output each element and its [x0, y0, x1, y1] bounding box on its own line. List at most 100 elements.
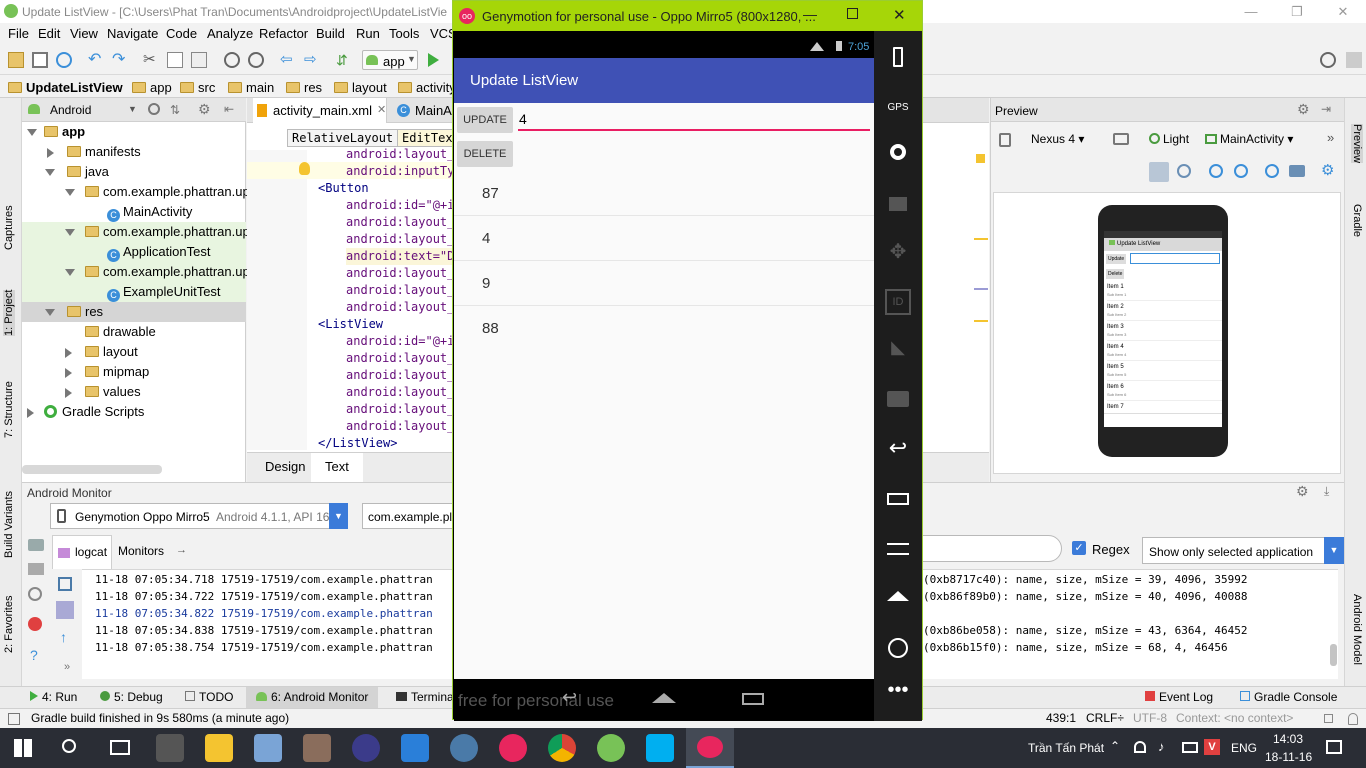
- app-icon[interactable]: [401, 734, 429, 762]
- theme-selector[interactable]: Light: [1149, 132, 1189, 146]
- overflow-icon[interactable]: »: [1327, 130, 1334, 145]
- breadcrumb-layout[interactable]: layout: [334, 80, 387, 95]
- recent-apps-icon[interactable]: [885, 487, 911, 513]
- orientation-icon[interactable]: [1113, 133, 1129, 145]
- menu-view[interactable]: View: [70, 26, 98, 41]
- save-icon[interactable]: [32, 52, 48, 68]
- zoom-in-icon[interactable]: [1209, 164, 1223, 178]
- search-everywhere-icon[interactable]: [1320, 52, 1336, 68]
- menu-run[interactable]: Run: [356, 26, 380, 41]
- tab-event-log[interactable]: Event Log: [1145, 690, 1213, 704]
- tab-android-model[interactable]: Android Model: [1351, 594, 1363, 665]
- breadcrumb-res[interactable]: res: [286, 80, 322, 95]
- run-icon[interactable]: [428, 53, 439, 67]
- tab-favorites[interactable]: 2: Favorites: [3, 596, 15, 653]
- menu-build[interactable]: Build: [316, 26, 345, 41]
- tree-node-mainactivity[interactable]: C MainActivity: [22, 202, 246, 222]
- error-stripe-marker[interactable]: [974, 288, 988, 290]
- tab-logcat[interactable]: logcat: [52, 535, 112, 569]
- zoom-fit-icon[interactable]: [1149, 162, 1169, 182]
- make-project-icon[interactable]: ⇵: [336, 52, 352, 68]
- sms-widget-icon[interactable]: [885, 387, 911, 413]
- breadcrumb-src[interactable]: src: [180, 80, 215, 95]
- tab-captures[interactable]: Captures: [3, 205, 15, 250]
- hide-icon[interactable]: ⇤: [224, 102, 234, 116]
- close-button[interactable]: ✕: [1320, 0, 1366, 23]
- project-view-selector[interactable]: Android: [50, 103, 91, 117]
- tab-android-monitor[interactable]: 6: Android Monitor: [246, 687, 379, 708]
- clock-time[interactable]: 14:03: [1273, 732, 1303, 746]
- menu-code[interactable]: Code: [166, 26, 197, 41]
- tab-preview[interactable]: Preview: [1351, 124, 1363, 164]
- more-icon[interactable]: •••: [885, 680, 911, 709]
- tab-gradle[interactable]: Gradle: [1351, 204, 1363, 237]
- project-horizontal-scrollbar[interactable]: [22, 465, 162, 474]
- minimize-button[interactable]: —: [1228, 0, 1274, 23]
- genymotion-active-icon[interactable]: [686, 728, 734, 768]
- webcam-widget-icon[interactable]: [885, 141, 911, 167]
- record-icon[interactable]: [28, 563, 44, 575]
- hide-icon[interactable]: ⇥: [1321, 102, 1331, 116]
- tree-node-java[interactable]: java: [22, 162, 246, 182]
- action-center-icon[interactable]: [1326, 740, 1342, 754]
- app-icon[interactable]: [352, 734, 380, 762]
- menu-file[interactable]: File: [8, 26, 29, 41]
- tab-terminal[interactable]: Terminal: [396, 690, 456, 704]
- sdk-manager-icon[interactable]: [1346, 52, 1362, 68]
- settings-icon[interactable]: ⚙: [1321, 161, 1334, 179]
- undo-icon[interactable]: ↶: [88, 52, 104, 68]
- identifiers-widget-icon[interactable]: ID: [885, 289, 911, 315]
- chevron-down-icon[interactable]: ▼: [128, 104, 137, 114]
- lightbulb-icon[interactable]: [299, 162, 310, 175]
- status-toggle-icon[interactable]: [8, 713, 20, 725]
- search-icon[interactable]: [62, 739, 76, 753]
- list-item[interactable]: 4: [454, 216, 874, 261]
- home-icon[interactable]: [652, 693, 676, 703]
- device-config-icon[interactable]: [999, 133, 1011, 147]
- back-icon[interactable]: ⇦: [280, 52, 296, 68]
- tab-design[interactable]: Design: [257, 459, 315, 474]
- sync-icon[interactable]: [56, 52, 72, 68]
- tree-node-package[interactable]: com.example.phattran.upd: [22, 182, 257, 202]
- menu-tools[interactable]: Tools: [389, 26, 419, 41]
- clock-date[interactable]: 18-11-16: [1265, 750, 1312, 764]
- tab-activity-main-xml[interactable]: activity_main.xml ✕: [253, 98, 387, 123]
- list-item[interactable]: 9: [454, 261, 874, 306]
- capture-widget-icon[interactable]: [885, 191, 911, 217]
- context[interactable]: Context: <no context>: [1176, 711, 1293, 725]
- update-button[interactable]: UPDATE: [457, 107, 513, 133]
- language-indicator[interactable]: ENG: [1231, 741, 1257, 755]
- tree-node-layout[interactable]: layout: [22, 342, 246, 362]
- power-icon[interactable]: [885, 635, 911, 661]
- collapse-icon[interactable]: ⇅: [170, 103, 180, 117]
- replace-icon[interactable]: [248, 52, 264, 68]
- genymotion-icon[interactable]: [499, 734, 527, 762]
- close-icon[interactable]: ✕: [377, 103, 386, 116]
- tree-node-drawable[interactable]: drawable: [22, 322, 246, 342]
- redo-icon[interactable]: ↷: [112, 52, 128, 68]
- skype-icon[interactable]: [646, 734, 674, 762]
- list-item[interactable]: 88: [454, 306, 874, 351]
- maximize-button[interactable]: [847, 8, 858, 19]
- camera-icon[interactable]: [28, 539, 44, 551]
- maximize-button[interactable]: ❐: [1274, 0, 1320, 23]
- number-input[interactable]: 4: [518, 109, 870, 131]
- device-selector[interactable]: Nexus 4 ▾: [1031, 132, 1084, 146]
- tab-mainactivity[interactable]: C MainA: [391, 98, 461, 123]
- expand-icon[interactable]: »: [64, 661, 70, 673]
- network-icon[interactable]: [1134, 741, 1146, 753]
- zoom-actual-icon[interactable]: [1177, 164, 1191, 178]
- tree-node-values[interactable]: values: [22, 382, 246, 402]
- caret-position[interactable]: 439:1: [1046, 711, 1076, 725]
- antivirus-icon[interactable]: V: [1204, 739, 1220, 755]
- tree-node-app[interactable]: app: [22, 122, 246, 142]
- breadcrumb-main[interactable]: main: [228, 80, 274, 95]
- menu-analyze[interactable]: Analyze: [207, 26, 253, 41]
- tab-todo[interactable]: TODO: [185, 690, 233, 704]
- battery-widget-icon[interactable]: [885, 45, 911, 71]
- volume-icon[interactable]: ♪: [1158, 739, 1165, 754]
- error-stripe-marker[interactable]: [976, 154, 985, 163]
- tree-node-mipmap[interactable]: mipmap: [22, 362, 246, 382]
- lock-icon[interactable]: [1324, 714, 1333, 723]
- minimize-button[interactable]: —: [803, 6, 817, 22]
